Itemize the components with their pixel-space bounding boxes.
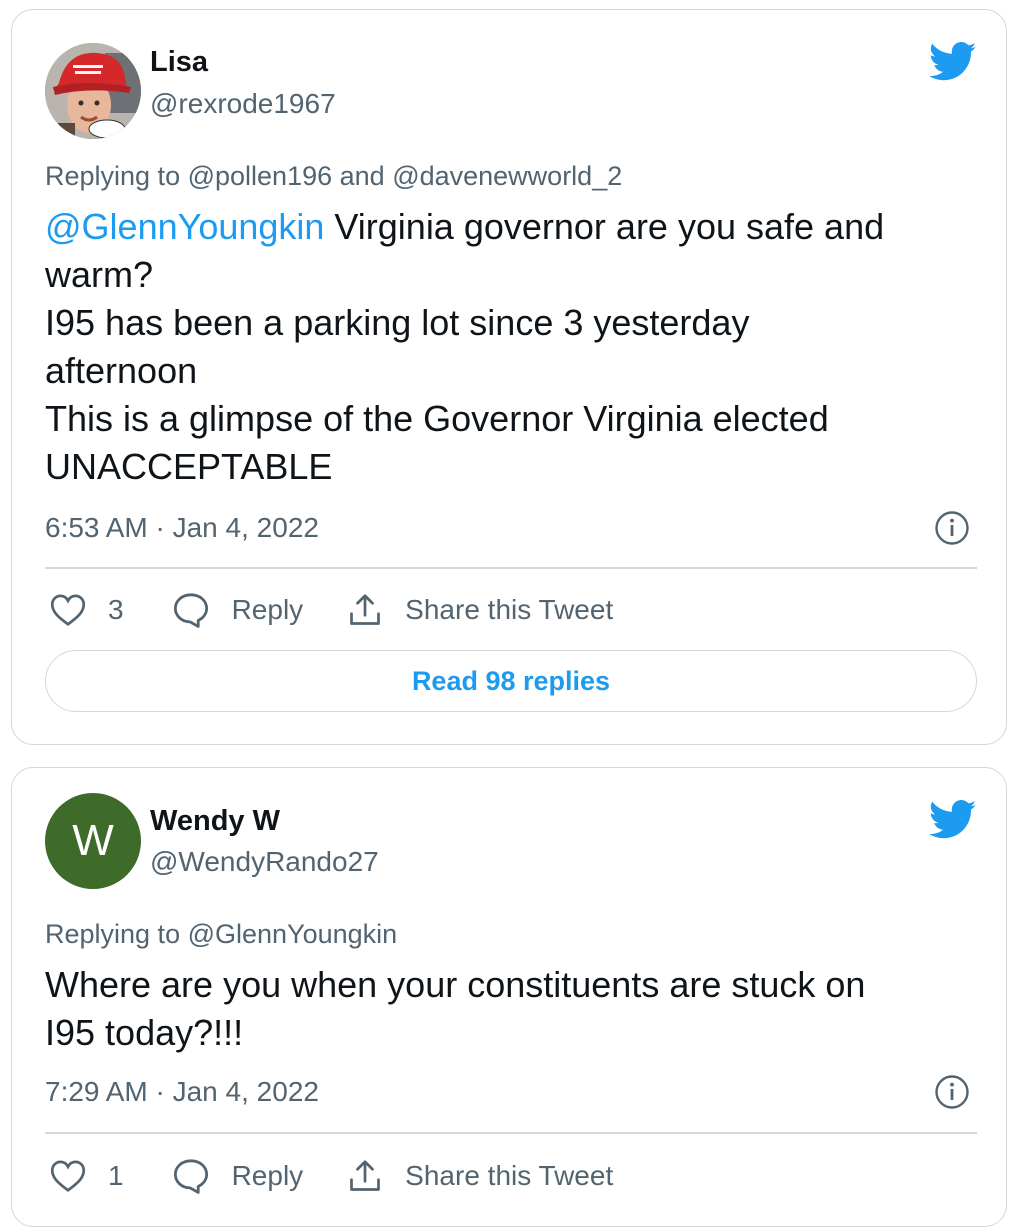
avatar[interactable] <box>45 43 141 139</box>
replying-to-line: Replying to @GlennYoungkin <box>45 919 397 950</box>
reply-target-link[interactable]: @GlennYoungkin <box>188 919 398 949</box>
timestamp[interactable]: 6:53 AM · Jan 4, 2022 <box>45 512 319 544</box>
tweet-text-line: I95 has been a parking lot since 3 yeste… <box>45 302 750 343</box>
timestamp[interactable]: 7:29 AM · Jan 4, 2022 <box>45 1076 319 1108</box>
like-button[interactable]: 1 <box>50 1159 124 1193</box>
reply-target-link[interactable]: @pollen196 <box>188 161 333 191</box>
tweet-card[interactable]: Lisa @rexrode1967 Replying to @pollen196… <box>11 9 1007 745</box>
heart-icon <box>50 594 86 626</box>
avatar-photo <box>45 43 141 139</box>
like-count: 3 <box>108 594 124 625</box>
twitter-bird-icon[interactable] <box>929 42 977 82</box>
tweet-text-line: afternoon <box>45 350 198 391</box>
tweet-text-line: UNACCEPTABLE <box>45 446 333 487</box>
divider <box>45 567 977 569</box>
replying-joiner: and <box>332 161 393 191</box>
tweet-text-line: Virginia governor are you safe and <box>324 206 885 247</box>
reply-label: Reply <box>231 594 304 625</box>
tweet-text-line: I95 today?!!! <box>45 1012 244 1053</box>
twitter-bird-icon[interactable] <box>929 800 977 840</box>
tweet-text-line: Where are you when your constituents are… <box>45 964 866 1005</box>
action-bar: 3 Reply Share this Tweet <box>50 588 613 632</box>
share-label: Share this Tweet <box>405 594 614 625</box>
info-icon[interactable] <box>934 1074 970 1110</box>
share-label: Share this Tweet <box>405 1160 614 1191</box>
avatar[interactable]: W <box>45 793 141 889</box>
like-count: 1 <box>108 1160 124 1191</box>
info-icon[interactable] <box>934 510 970 546</box>
tweet-text: @GlennYoungkin Virginia governor are you… <box>45 203 975 491</box>
share-icon <box>350 594 381 625</box>
replying-prefix: Replying to <box>45 161 188 191</box>
mention-link[interactable]: @GlennYoungkin <box>45 206 324 247</box>
share-icon <box>350 1160 381 1191</box>
tweet-card[interactable]: W Wendy W @WendyRando27 Replying to @Gle… <box>11 767 1007 1227</box>
reply-button[interactable]: Reply <box>172 1158 304 1194</box>
action-bar: 1 Reply Share this Tweet <box>50 1154 613 1198</box>
like-button[interactable]: 3 <box>50 593 124 627</box>
tweet-text-line: warm? <box>45 254 154 295</box>
reply-label: Reply <box>231 1160 304 1191</box>
heart-icon <box>50 1160 86 1192</box>
display-name[interactable]: Wendy W <box>150 805 280 838</box>
user-handle[interactable]: @WendyRando27 <box>150 846 379 878</box>
replying-prefix: Replying to <box>45 919 188 949</box>
tweet-text-line: This is a glimpse of the Governor Virgin… <box>45 398 829 439</box>
divider <box>45 1132 977 1134</box>
reply-target-link[interactable]: @davenewworld_2 <box>392 161 622 191</box>
replying-to-line: Replying to @pollen196 and @davenewworld… <box>45 161 622 192</box>
read-replies-button[interactable]: Read 98 replies <box>45 650 977 712</box>
share-button[interactable]: Share this Tweet <box>347 1158 613 1194</box>
reply-bubble-icon <box>173 593 208 628</box>
user-handle[interactable]: @rexrode1967 <box>150 88 336 120</box>
share-button[interactable]: Share this Tweet <box>347 592 613 628</box>
display-name[interactable]: Lisa <box>150 46 208 79</box>
tweet-text: Where are you when your constituents are… <box>45 961 975 1057</box>
reply-bubble-icon <box>173 1159 208 1194</box>
reply-button[interactable]: Reply <box>172 592 304 628</box>
